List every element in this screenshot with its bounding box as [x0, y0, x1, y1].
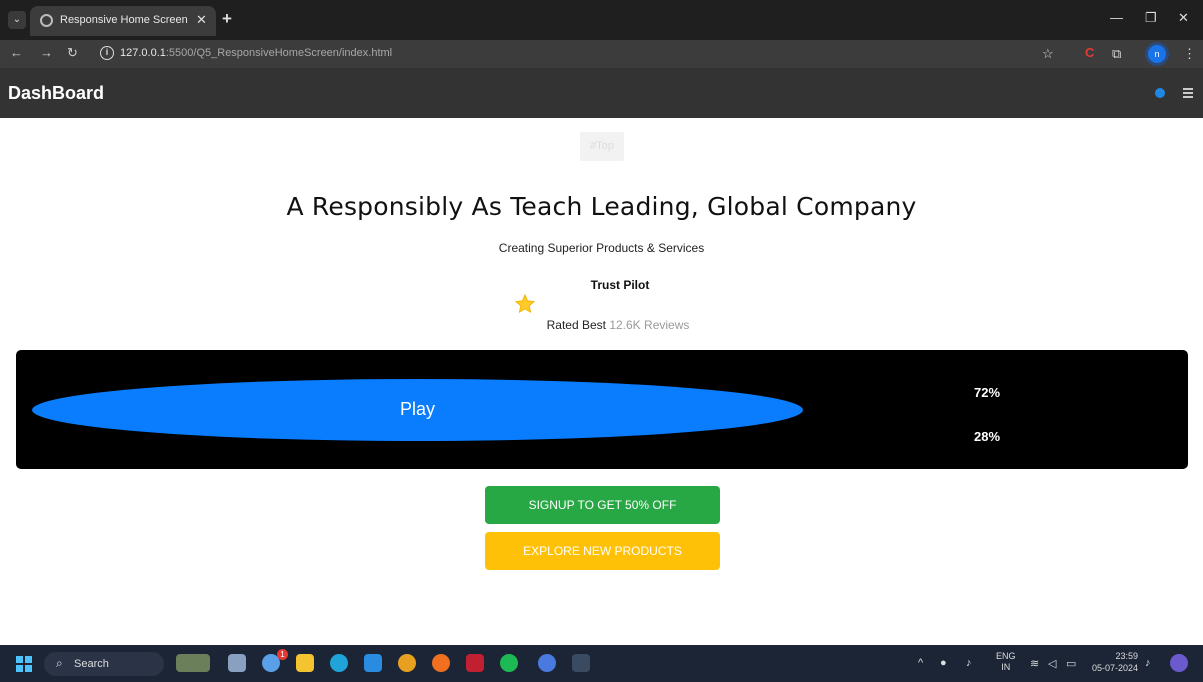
notification-badge: 1 — [277, 649, 288, 660]
globe-icon — [40, 14, 53, 27]
notification-bell-icon[interactable]: ♪ — [1145, 657, 1151, 669]
extensions-puzzle-icon[interactable]: ⧉ — [1112, 46, 1121, 62]
tab-title: Responsive Home Screen — [60, 14, 188, 26]
explore-button[interactable]: EXPLORE NEW PRODUCTS — [485, 532, 720, 570]
spotify-icon[interactable] — [500, 654, 518, 672]
trust-pilot-label: Trust Pilot — [590, 278, 650, 292]
search-icon[interactable] — [1155, 88, 1165, 98]
browser-toolbar: ← → ↻ i 127.0.0.1:5500/Q5_ResponsiveHome… — [0, 40, 1203, 68]
chrome-profile-icon[interactable] — [538, 654, 556, 672]
browser-menu-icon[interactable]: ⋮ — [1183, 46, 1196, 62]
browser-tab[interactable]: Responsive Home Screen ✕ — [30, 6, 216, 36]
close-tab-icon[interactable]: ✕ — [196, 12, 207, 28]
copilot-icon[interactable] — [1170, 654, 1188, 672]
volume-icon[interactable]: ◁ — [1048, 657, 1056, 670]
clock-date: 05-07-2024 — [1091, 663, 1138, 673]
rating-text: Rated Best 12.6K Reviews — [0, 318, 1203, 332]
page-headline: A Responsibly As Teach Leading, Global C… — [286, 192, 917, 221]
task-view-icon[interactable] — [228, 654, 246, 672]
forward-icon[interactable]: → — [40, 45, 53, 60]
top-anchor-button[interactable]: #Top — [580, 132, 624, 161]
url-host: 127.0.0.1 — [120, 47, 166, 59]
clock-time: 23:59 — [1115, 651, 1138, 661]
close-window-icon[interactable]: ✕ — [1178, 10, 1189, 26]
search-glyph-icon: ⌕ — [56, 656, 63, 670]
taskbar-clock[interactable]: 23:59 05-07-2024 — [1088, 650, 1138, 674]
widgets-icon[interactable] — [176, 654, 210, 672]
windows-taskbar: ⌕ Search 1 ^ ● ♪ ENG IN ≋ ◁ ▭ 23:59 05-0… — [0, 645, 1203, 682]
windows-start-icon[interactable] — [16, 656, 32, 672]
minimize-icon[interactable]: — — [1110, 10, 1123, 25]
lang-bottom: IN — [1001, 662, 1011, 672]
microphone-icon[interactable]: ♪ — [966, 657, 972, 669]
progress-panel: Play 72% 28% — [16, 350, 1188, 469]
percent-a: 72% — [974, 385, 1001, 400]
profile-avatar[interactable]: n — [1148, 45, 1166, 63]
browser-tab-strip: ⌄ Responsive Home Screen ✕ + — ❐ ✕ — [0, 0, 1203, 40]
star-icon — [515, 294, 535, 313]
wifi-icon[interactable]: ≋ — [1030, 657, 1039, 670]
review-count: 12.6K Reviews — [609, 318, 690, 332]
page-header: DashBoard — [0, 68, 1203, 118]
reload-icon[interactable]: ↻ — [67, 45, 78, 61]
bookmark-star-icon[interactable]: ☆ — [1042, 46, 1054, 62]
brave-icon[interactable] — [432, 654, 450, 672]
play-label: Play — [399, 399, 435, 419]
brand-logo-text[interactable]: DashBoard — [8, 83, 104, 104]
new-tab-icon[interactable]: + — [222, 9, 232, 29]
battery-icon[interactable]: ▭ — [1066, 657, 1076, 670]
taskbar-search[interactable]: ⌕ Search — [44, 652, 164, 676]
rated-prefix: Rated Best — [546, 318, 606, 332]
page-subhead: Creating Superior Products & Services — [498, 241, 705, 255]
file-explorer-icon[interactable] — [296, 654, 314, 672]
url-text: 127.0.0.1:5500/Q5_ResponsiveHomeScreen/i… — [120, 47, 392, 59]
taskbar-search-label: Search — [74, 658, 109, 670]
tray-overflow-icon[interactable]: ^ — [918, 657, 923, 669]
screen: ⌄ Responsive Home Screen ✕ + — ❐ ✕ ← → ↻… — [0, 0, 1203, 682]
tab-search-chevron-icon[interactable]: ⌄ — [8, 11, 26, 29]
hamburger-menu-icon[interactable] — [1183, 88, 1193, 98]
lang-top: ENG — [996, 651, 1016, 661]
vscode-icon[interactable] — [364, 654, 382, 672]
terminal-icon[interactable] — [572, 654, 590, 672]
media-app-icon[interactable] — [466, 654, 484, 672]
url-path: :5500/Q5_ResponsiveHomeScreen/index.html — [165, 47, 393, 59]
chrome-icon[interactable] — [398, 654, 416, 672]
signup-button[interactable]: SIGNUP TO GET 50% OFF — [485, 486, 720, 524]
percent-b: 28% — [974, 429, 1001, 444]
site-info-icon[interactable]: i — [100, 46, 114, 60]
extension-icon[interactable]: C — [1085, 45, 1094, 60]
address-bar[interactable]: i 127.0.0.1:5500/Q5_ResponsiveHomeScreen… — [92, 43, 1032, 65]
back-icon[interactable]: ← — [10, 45, 23, 60]
edge-icon[interactable] — [330, 654, 348, 672]
language-indicator[interactable]: ENG IN — [996, 651, 1016, 673]
tray-app-icon[interactable]: ● — [940, 657, 947, 669]
restore-icon[interactable]: ❐ — [1145, 10, 1157, 26]
